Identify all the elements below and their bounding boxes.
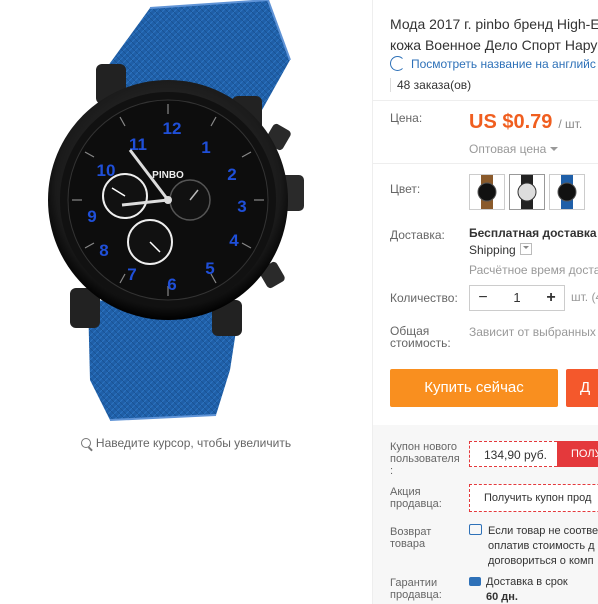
price-unit: / шт. <box>558 117 583 131</box>
dial-number-7: 7 <box>127 265 136 284</box>
color-swatch-blue[interactable] <box>549 174 585 210</box>
get-coupon-button[interactable]: ПОЛУ <box>557 441 598 467</box>
dial-number-6: 6 <box>167 275 176 294</box>
shipping-method: Shipping <box>469 243 516 257</box>
chevron-down-icon <box>519 243 532 255</box>
total-value: Зависит от выбранных х <box>469 325 598 339</box>
translate-link[interactable]: Посмотреть название на английс <box>390 56 596 71</box>
returns-policy: Если товар не соотве оплатив стоимость д… <box>469 524 598 569</box>
returns-line-3: договориться о комп <box>488 555 594 567</box>
guarantee-label: Гарантии продавца: <box>390 577 442 601</box>
returns-label-line-2: товара <box>390 538 426 550</box>
dial-number-8: 8 <box>99 241 108 260</box>
color-swatches <box>469 174 589 210</box>
shipping-method-dropdown[interactable]: Shipping <box>469 243 532 257</box>
dial-number-5: 5 <box>205 259 214 278</box>
new-user-coupon-label-line-3: : <box>390 465 394 477</box>
new-user-coupon-label-line-1: Купон нового <box>390 441 458 453</box>
product-image[interactable]: 12 1 2 3 4 5 6 7 8 9 10 11 PINBO <box>0 0 372 430</box>
chevron-down-icon <box>550 147 559 151</box>
quantity-label: Количество: <box>390 291 458 305</box>
returns-label: Возврат товара <box>390 526 431 550</box>
new-user-coupon-label: Купон нового пользователя : <box>390 441 460 477</box>
color-swatch-black[interactable] <box>509 174 545 210</box>
orders-count: 48 заказа(ов) <box>390 78 471 92</box>
product-details: Мода 2017 г. pinbo бренд High-E кожа Вое… <box>373 0 598 355</box>
shipping-title: Бесплатная доставка в <box>469 226 598 240</box>
seller-promo-label-line-1: Акция <box>390 486 421 498</box>
watch-brand: PINBO <box>152 170 184 181</box>
returns-label-line-1: Возврат <box>390 526 432 538</box>
quantity-increase-button[interactable]: + <box>538 286 564 310</box>
quantity-decrease-button[interactable]: − <box>470 286 496 310</box>
total-label-line-2: стоимость: <box>390 336 451 350</box>
dial-number-1: 1 <box>201 138 210 157</box>
guarantee-label-line-2: продавца: <box>390 589 442 601</box>
quantity-input[interactable]: 1 <box>496 286 538 310</box>
color-swatch-brown[interactable] <box>469 174 505 210</box>
seller-coupon-button[interactable]: Получить купон прод <box>469 484 598 512</box>
quantity-stepper: − 1 + <box>469 285 565 311</box>
returns-line-2: оплатив стоимость д <box>488 540 595 552</box>
guarantee-line-1: Доставка в срок <box>486 576 568 588</box>
product-title-line-1: Мода 2017 г. pinbo бренд High-E <box>390 16 598 32</box>
price-label: Цена: <box>390 111 423 125</box>
seller-promo-label-line-2: продавца: <box>390 498 442 510</box>
product-title-line-2: кожа Военное Дело Спорт Нару <box>390 37 598 53</box>
color-label: Цвет: <box>390 182 421 196</box>
action-buttons: Купить сейчас Д <box>373 355 598 425</box>
new-user-coupon-label-line-2: пользователя <box>390 453 460 465</box>
wholesale-price-dropdown[interactable]: Оптовая цена <box>469 142 559 156</box>
dial-number-12: 12 <box>163 119 182 138</box>
price: US $0.79 / шт. <box>469 111 582 134</box>
translate-icon <box>390 56 405 71</box>
price-value: US $0.79 <box>469 111 553 133</box>
product-title: Мода 2017 г. pinbo бренд High-E кожа Вое… <box>390 14 598 56</box>
dial-number-2: 2 <box>227 165 236 184</box>
zoom-hint-text: Наведите курсор, чтобы увеличить <box>95 436 292 450</box>
truck-icon <box>469 577 481 586</box>
product-info-panel: Мода 2017 г. pinbo бренд High-E кожа Вое… <box>372 0 598 604</box>
divider <box>373 100 598 101</box>
magnifier-icon <box>80 438 91 448</box>
shipping-label: Доставка: <box>390 228 445 242</box>
add-to-cart-button[interactable]: Д <box>566 369 598 407</box>
promotions-section: Купон нового пользователя : 134,90 руб. … <box>373 425 598 604</box>
divider <box>373 163 598 164</box>
guarantee-info: Доставка в срок 60 дн. <box>469 575 568 604</box>
zoom-hint: Наведите курсор, чтобы увеличить <box>0 436 372 450</box>
dial-number-9: 9 <box>87 207 96 226</box>
shipping-estimate: Расчётное время достав <box>469 263 598 277</box>
guarantee-label-line-1: Гарантии <box>390 577 438 589</box>
watch-illustration: 12 1 2 3 4 5 6 7 8 9 10 11 PINBO <box>48 0 304 421</box>
dial-number-4: 4 <box>229 231 239 250</box>
translate-link-text: Посмотреть название на английс <box>411 57 596 71</box>
new-user-coupon-amount: 134,90 руб. <box>469 441 557 467</box>
buy-now-button[interactable]: Купить сейчас <box>390 369 558 407</box>
return-box-icon <box>469 524 482 535</box>
returns-line-1: Если товар не соотве <box>488 525 598 537</box>
wholesale-label: Оптовая цена <box>469 142 547 156</box>
seller-promo-label: Акция продавца: <box>390 486 442 510</box>
quantity-available: шт. (46 <box>571 290 598 304</box>
guarantee-line-2: 60 дн. <box>486 591 518 603</box>
product-gallery: 12 1 2 3 4 5 6 7 8 9 10 11 PINBO Наведит… <box>0 0 372 604</box>
dial-number-3: 3 <box>237 197 246 216</box>
total-label: Общая стоимость: <box>390 325 451 349</box>
